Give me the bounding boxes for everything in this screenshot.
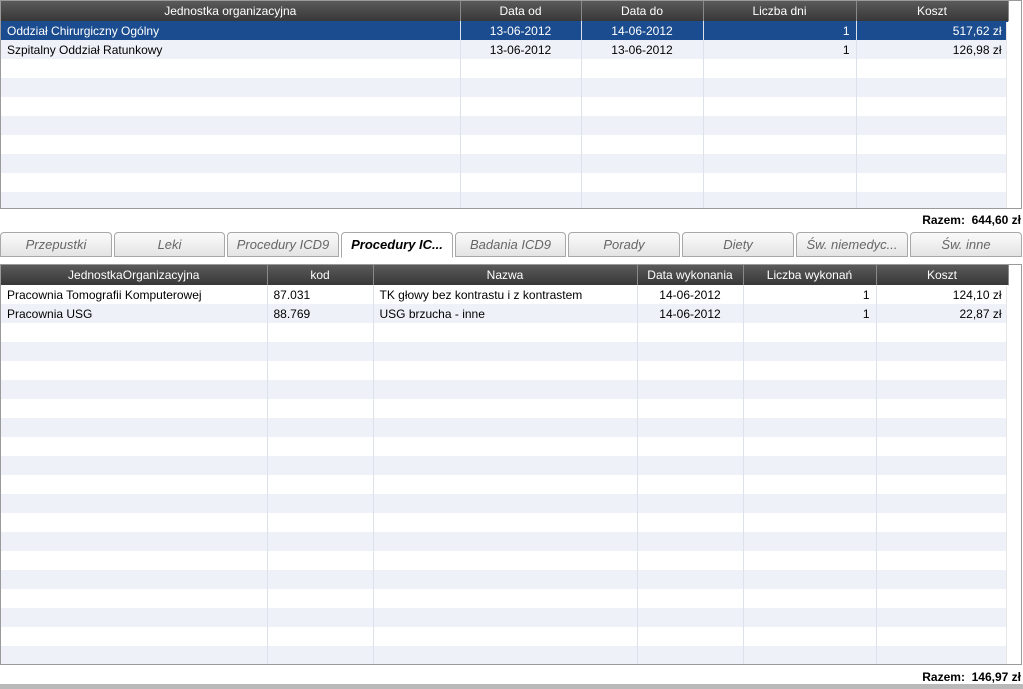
cell-date-to: 14-06-2012 [581, 21, 704, 40]
cell-name: USG brzucha - inne [373, 304, 638, 323]
procedures-header-row: JednostkaOrganizacyjna kod Nazwa Data wy… [1, 265, 1009, 285]
empty-row [1, 380, 1009, 399]
column-header-unit[interactable]: JednostkaOrganizacyjna [1, 265, 268, 285]
empty-row [1, 551, 1009, 570]
empty-row [1, 437, 1009, 456]
bottom-divider [0, 684, 1023, 689]
cell-unit: Pracownia USG [1, 304, 268, 323]
tab-sw-inne[interactable]: Św. inne [910, 232, 1022, 257]
procedures-total-value: 146,97 zł [971, 670, 1021, 684]
cell-date-from: 13-06-2012 [460, 21, 582, 40]
empty-row [1, 78, 1009, 97]
stays-table: Jednostka organizacyjna Data od Data do … [0, 0, 1022, 209]
tab-procedury-ic-active[interactable]: Procedury IC... [341, 232, 453, 258]
stays-scrollbar[interactable] [1006, 22, 1021, 208]
cell-date: 14-06-2012 [637, 285, 744, 304]
empty-row [1, 532, 1009, 551]
procedures-total: Razem: 146,97 zł [922, 670, 1021, 684]
column-header-count[interactable]: Liczba wykonań [743, 265, 877, 285]
empty-row [1, 570, 1009, 589]
empty-row [1, 513, 1009, 532]
empty-row [1, 173, 1009, 192]
cell-days: 1 [703, 21, 857, 40]
empty-row [1, 192, 1009, 208]
cell-unit: Pracownia Tomografii Komputerowej [1, 285, 268, 304]
cell-cost: 517,62 zł [856, 21, 1009, 40]
cell-cost: 124,10 zł [876, 285, 1009, 304]
empty-row [1, 342, 1009, 361]
column-header-date-to[interactable]: Data do [581, 1, 704, 21]
empty-row [1, 135, 1009, 154]
stays-total-label: Razem: [922, 213, 965, 227]
cell-days: 1 [703, 40, 857, 59]
empty-row [1, 59, 1009, 78]
cell-date-from: 13-06-2012 [460, 40, 582, 59]
empty-row [1, 154, 1009, 173]
cell-cost: 126,98 zł [856, 40, 1009, 59]
cell-count: 1 [743, 304, 877, 323]
cell-cost: 22,87 zł [876, 304, 1009, 323]
cell-code: 88.769 [267, 304, 374, 323]
empty-row [1, 627, 1009, 646]
table-row[interactable]: Szpitalny Oddział Ratunkowy 13-06-2012 1… [1, 40, 1009, 59]
tab-diety[interactable]: Diety [682, 232, 794, 257]
tab-badania-icd9[interactable]: Badania ICD9 [455, 232, 566, 257]
empty-row [1, 97, 1009, 116]
tab-przepustki[interactable]: Przepustki [0, 232, 112, 257]
stays-total: Razem: 644,60 zł [922, 213, 1021, 227]
column-header-cost[interactable]: Koszt [856, 1, 1009, 21]
column-header-date[interactable]: Data wykonania [637, 265, 744, 285]
cell-date: 14-06-2012 [637, 304, 744, 323]
empty-row [1, 456, 1009, 475]
empty-row [1, 116, 1009, 135]
empty-row [1, 608, 1009, 627]
column-header-days[interactable]: Liczba dni [703, 1, 857, 21]
empty-row [1, 418, 1009, 437]
column-header-cost[interactable]: Koszt [876, 265, 1009, 285]
procedures-total-label: Razem: [922, 670, 965, 684]
table-row[interactable]: Pracownia Tomografii Komputerowej 87.031… [1, 285, 1009, 304]
tab-procedury-icd9[interactable]: Procedury ICD9 [227, 232, 339, 257]
table-row[interactable]: Oddział Chirurgiczny Ogólny 13-06-2012 1… [1, 21, 1009, 40]
table-row[interactable]: Pracownia USG 88.769 USG brzucha - inne … [1, 304, 1009, 323]
cell-code: 87.031 [267, 285, 374, 304]
cell-date-to: 13-06-2012 [581, 40, 704, 59]
empty-row [1, 361, 1009, 380]
stays-header-row: Jednostka organizacyjna Data od Data do … [1, 1, 1009, 21]
tab-porady[interactable]: Porady [568, 232, 680, 257]
cell-unit: Szpitalny Oddział Ratunkowy [1, 40, 461, 59]
column-header-name[interactable]: Nazwa [373, 265, 638, 285]
cell-name: TK głowy bez kontrastu i z kontrastem [373, 285, 638, 304]
procedures-scrollbar[interactable] [1006, 286, 1021, 664]
category-tabs: Przepustki Leki Procedury ICD9 Procedury… [0, 232, 1023, 258]
empty-row [1, 323, 1009, 342]
cell-count: 1 [743, 285, 877, 304]
empty-row [1, 589, 1009, 608]
empty-row [1, 399, 1009, 418]
tab-sw-niemedyczne[interactable]: Św. niemedyc... [796, 232, 908, 257]
procedures-table: JednostkaOrganizacyjna kod Nazwa Data wy… [0, 264, 1022, 665]
column-header-date-from[interactable]: Data od [460, 1, 582, 21]
column-header-unit[interactable]: Jednostka organizacyjna [1, 1, 461, 21]
cell-unit: Oddział Chirurgiczny Ogólny [1, 21, 461, 40]
tab-leki[interactable]: Leki [114, 232, 225, 257]
empty-row [1, 475, 1009, 494]
empty-row [1, 646, 1009, 664]
stays-total-value: 644,60 zł [971, 213, 1021, 227]
column-header-code[interactable]: kod [267, 265, 374, 285]
empty-row [1, 494, 1009, 513]
